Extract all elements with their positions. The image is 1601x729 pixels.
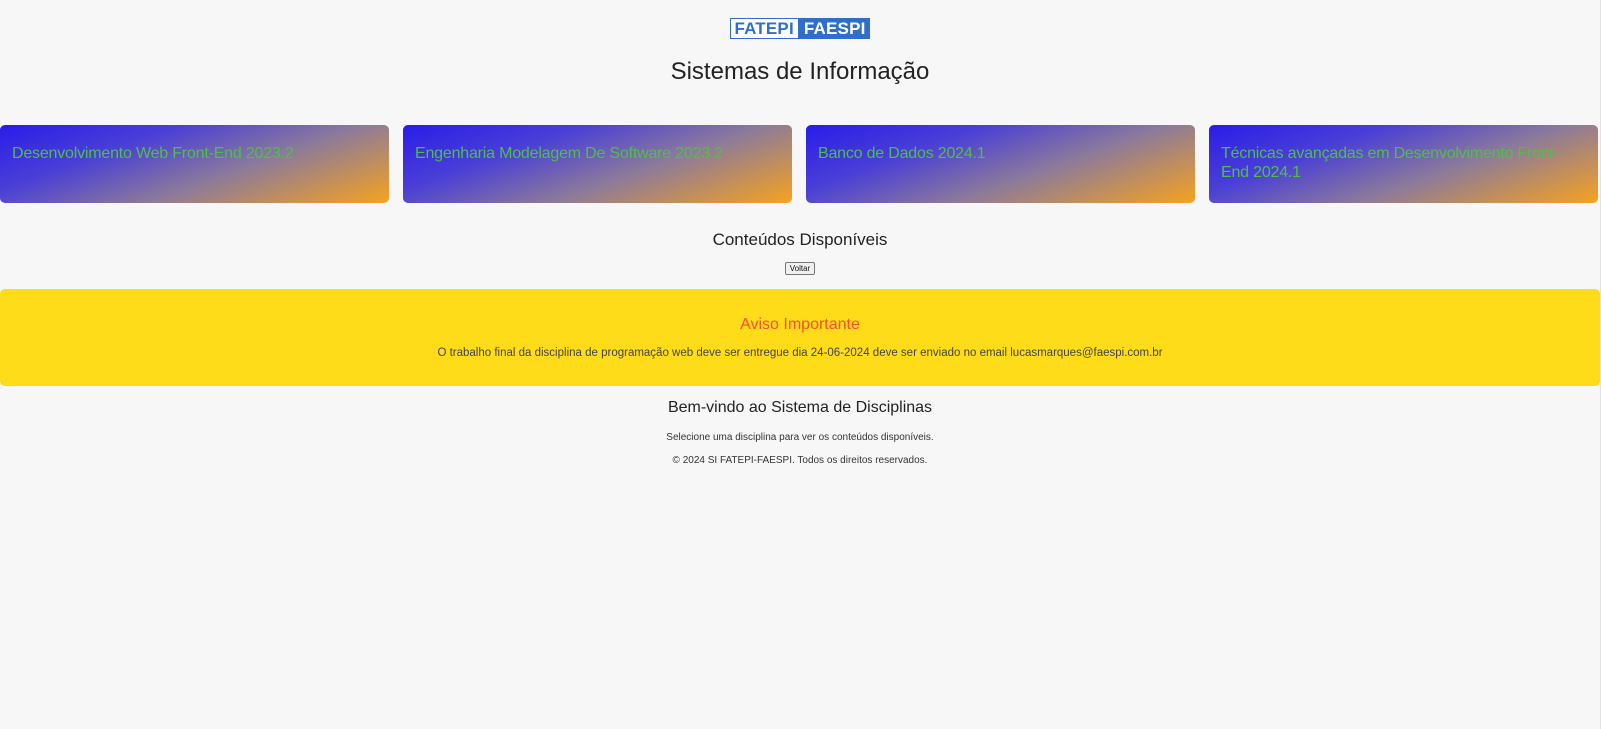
course-card-list: Desenvolvimento Web Front-End 2023.2 Eng…: [0, 125, 1600, 203]
course-card-tecnicas-avancadas[interactable]: Técnicas avançadas em Desenvolvimento Fr…: [1209, 125, 1598, 203]
footer-copyright: © 2024 SI FATEPI-FAESPI. Todos os direit…: [672, 455, 928, 466]
course-card-label: Desenvolvimento Web Front-End 2023.2: [12, 145, 294, 162]
course-card-label: Engenharia Modelagem De Software 2023.2: [415, 145, 723, 162]
course-card-engenharia-software[interactable]: Engenharia Modelagem De Software 2023.2: [403, 125, 792, 203]
course-card-web-front-end[interactable]: Desenvolvimento Web Front-End 2023.2: [0, 125, 389, 203]
notice-text: O trabalho final da disciplina de progra…: [437, 347, 1163, 359]
welcome-heading: Bem-vindo ao Sistema de Disciplinas: [667, 399, 933, 416]
back-button[interactable]: Voltar: [784, 262, 816, 275]
logo: FATEPI FAESPI: [730, 18, 870, 39]
course-card-label: Banco de Dados 2024.1: [818, 145, 986, 162]
page-title: Sistemas de Informação: [670, 58, 930, 85]
content-heading: Conteúdos Disponíveis: [712, 230, 888, 249]
course-card-label: Técnicas avançadas em Desenvolvimento Fr…: [1221, 145, 1560, 181]
logo-text-faespi: FAESPI: [797, 19, 869, 38]
welcome-text: Selecione uma disciplina para ver os con…: [666, 432, 934, 443]
page: FATEPI FAESPI Sistemas de Informação Des…: [0, 0, 1601, 729]
logo-text-fatepi: FATEPI: [731, 19, 798, 38]
notice-banner: Aviso Importante O trabalho final da dis…: [0, 289, 1600, 386]
course-card-banco-de-dados[interactable]: Banco de Dados 2024.1: [806, 125, 1195, 203]
back-button-container: Voltar: [0, 262, 1600, 275]
notice-title: Aviso Importante: [740, 316, 860, 333]
logo-container: FATEPI FAESPI: [0, 18, 1600, 39]
